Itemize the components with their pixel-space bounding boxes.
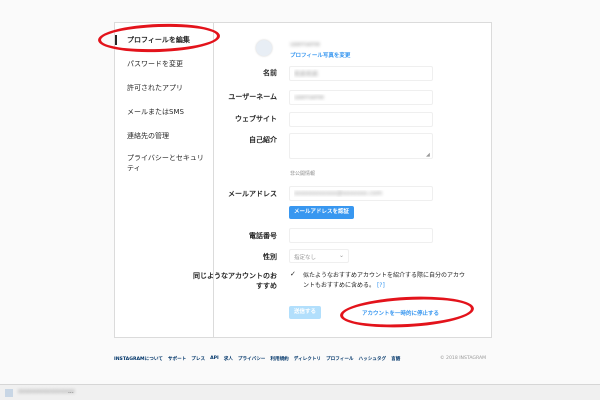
footer-link-jobs[interactable]: 求人 [224,356,233,364]
sidebar-item-edit-profile[interactable]: プロフィールを編集 [115,35,214,45]
bio-textarea[interactable] [289,133,433,159]
footer-link-language[interactable]: 言語 [391,356,400,364]
phone-input[interactable] [289,228,433,243]
gender-selected-value: 指定なし [294,255,317,261]
taskbar: xxxxxxxxxxxxxxxx ... [0,384,600,400]
similar-accounts-description: 似たようなおすすめアカウントを紹介する際に自分のアカウントもおすすめに含める。 … [303,272,466,289]
private-info-heading: 非公開情報 [290,171,316,177]
profile-username: username [290,41,320,48]
username-input[interactable] [289,90,433,105]
gender-label: 性別 [263,253,277,261]
footer-link-about[interactable]: INSTAGRAMについて [114,356,163,364]
chevron-down-icon: ⌄ [338,252,344,259]
name-label: 名前 [263,69,277,77]
footer-link-privacy[interactable]: プライバシー [238,356,265,364]
footer-link-hashtags[interactable]: ハッシュタグ [359,356,387,364]
disable-account-link[interactable]: アカウントを一時的に停止する [362,309,439,317]
footer-link-api[interactable]: API [210,356,219,364]
resize-handle-icon[interactable]: ◢ [426,152,430,158]
name-input[interactable] [289,66,433,81]
similar-accounts-label: 同じようなアカウントのおすすめ [193,272,277,290]
copyright: © 2018 INSTAGRAM [440,356,487,361]
email-label: メールアドレス [228,190,277,198]
email-input[interactable] [289,186,433,201]
submit-button[interactable]: 送信する [289,306,322,319]
footer-link-terms[interactable]: 利用規約 [270,356,288,364]
website-label: ウェブサイト [235,115,277,123]
sidebar-item-privacy-security[interactable]: プライバシーとセキュリティ [115,153,214,173]
avatar[interactable] [256,40,272,56]
taskbar-icon[interactable] [5,389,13,397]
footer-link-press[interactable]: プレス [191,356,205,364]
taskbar-blurred-text: xxxxxxxxxxxxxxxx [18,388,75,395]
confirm-email-button[interactable]: メールアドレスを認証 [289,206,355,219]
taskbar-ellipsis: ... [68,388,74,395]
phone-label: 電話番号 [249,232,277,240]
footer-link-support[interactable]: サポート [168,356,186,364]
bio-label: 自己紹介 [249,136,277,144]
footer-link-profiles[interactable]: プロフィール [326,356,353,364]
help-link[interactable]: [?] [377,282,385,289]
change-photo-link[interactable]: プロフィール写真を変更 [290,51,350,59]
footer-link-directory[interactable]: ディレクトリ [294,356,321,364]
similar-accounts-checkbox[interactable]: ✓ [290,270,296,278]
username-label: ユーザーネーム [228,93,277,101]
footer-links: INSTAGRAMについて サポート プレス API 求人 プライバシー 利用規… [114,356,400,364]
gender-select[interactable]: 指定なし ⌄ [289,249,349,263]
website-input[interactable] [289,112,433,127]
